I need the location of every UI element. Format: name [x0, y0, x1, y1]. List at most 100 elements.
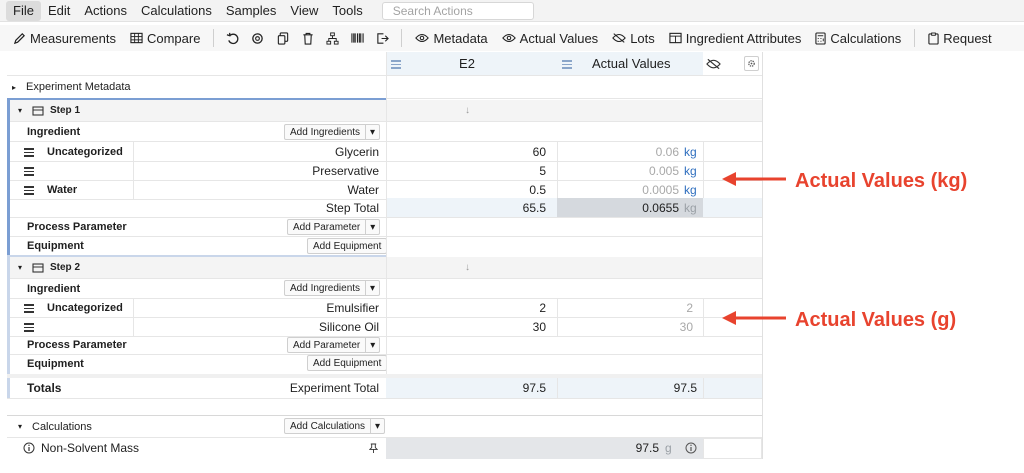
- actual-values-button[interactable]: Actual Values: [495, 27, 606, 49]
- undo-icon: [227, 32, 239, 44]
- export-button[interactable]: [370, 27, 395, 49]
- menu-edit[interactable]: Edit: [41, 1, 77, 21]
- experiment-metadata-toggle[interactable]: Experiment Metadata: [26, 76, 131, 98]
- calc-extra-cell: [703, 438, 762, 459]
- collapse-arrow-icon[interactable]: ▾: [18, 416, 22, 437]
- non-solvent-mass-label: Non-Solvent Mass: [41, 441, 140, 455]
- barcode-button[interactable]: [345, 27, 370, 49]
- request-button[interactable]: Request: [921, 27, 998, 49]
- menu-samples[interactable]: Samples: [219, 1, 284, 21]
- menu-file[interactable]: File: [6, 0, 41, 21]
- ingredient-name[interactable]: Emulsifier: [187, 298, 379, 317]
- drag-handle-icon[interactable]: [24, 184, 34, 197]
- dropdown-icon[interactable]: ▾: [365, 338, 379, 352]
- ingredient-value[interactable]: 2: [386, 298, 546, 317]
- step-1-title[interactable]: Step 1: [50, 100, 80, 121]
- drag-handle-icon[interactable]: [24, 165, 34, 178]
- pin-icon[interactable]: [369, 438, 378, 458]
- search-actions-input[interactable]: [381, 1, 534, 20]
- add-calculations-label: Add Calculations: [290, 420, 366, 432]
- info-icon[interactable]: [685, 438, 697, 458]
- expand-arrow-icon[interactable]: ▸: [12, 76, 16, 98]
- compare-label: Compare: [146, 30, 201, 46]
- ingredient-unit[interactable]: kg: [684, 161, 697, 180]
- compare-button[interactable]: Compare: [123, 27, 207, 49]
- undo-button[interactable]: [220, 27, 245, 49]
- col-divider: [133, 298, 134, 317]
- columns-icon: [669, 32, 682, 44]
- add-equipment-label: Add Equipment: [313, 240, 382, 252]
- ingredient-value[interactable]: 0.5: [386, 180, 546, 199]
- ingredient-name[interactable]: Silicone Oil: [187, 317, 379, 336]
- column-header-e2[interactable]: E2: [447, 52, 487, 75]
- metadata-button[interactable]: Metadata: [408, 27, 494, 49]
- ingredient-actual-value[interactable]: 0.005: [557, 161, 679, 180]
- add-ingredients-button[interactable]: Add Ingredients ▾: [284, 124, 381, 140]
- drag-handle-icon[interactable]: [562, 58, 572, 71]
- drag-handle-icon[interactable]: [24, 321, 34, 334]
- hide-column-button[interactable]: [706, 58, 721, 73]
- ingredient-value[interactable]: 30: [386, 317, 546, 336]
- dropdown-icon[interactable]: ▾: [365, 220, 379, 234]
- grid-right-border: [762, 52, 763, 459]
- annotation-actual-values-g: Actual Values (g): [795, 309, 957, 331]
- add-ingredients-button[interactable]: Add Ingredients ▾: [284, 280, 381, 296]
- refresh-button[interactable]: [245, 27, 270, 49]
- drag-handle-icon[interactable]: [24, 302, 34, 315]
- ingredient-actual-value[interactable]: 0.0005: [557, 180, 679, 199]
- ingredient-unit[interactable]: kg: [684, 180, 697, 199]
- calculations-button[interactable]: Calculations: [808, 27, 908, 49]
- sort-arrow-icon[interactable]: ↓: [465, 100, 470, 121]
- calculations-section-label[interactable]: Calculations: [32, 416, 92, 437]
- gear-icon: [748, 60, 755, 67]
- totals-value: 97.5: [522, 381, 546, 395]
- menu-tools[interactable]: Tools: [325, 1, 369, 21]
- lots-button[interactable]: Lots: [605, 27, 662, 49]
- add-parameter-label: Add Parameter: [293, 221, 361, 233]
- info-icon[interactable]: [23, 438, 35, 458]
- add-ingredients-label: Add Ingredients: [290, 282, 361, 294]
- add-calculations-button[interactable]: Add Calculations ▾: [284, 418, 386, 434]
- ingredient-value[interactable]: 5: [386, 161, 546, 180]
- collapse-arrow-icon[interactable]: ▾: [18, 100, 22, 121]
- add-equipment-button[interactable]: Add Equipment: [307, 355, 388, 371]
- dropdown-icon[interactable]: ▾: [365, 281, 379, 295]
- delete-button[interactable]: [295, 27, 320, 49]
- ingredient-unit[interactable]: kg: [684, 142, 697, 161]
- copy-button[interactable]: [270, 27, 295, 49]
- sort-arrow-icon[interactable]: ↓: [465, 257, 470, 278]
- measurements-button[interactable]: Measurements: [6, 27, 123, 49]
- drag-handle-icon[interactable]: [24, 146, 34, 159]
- add-parameter-button[interactable]: Add Parameter ▾: [287, 219, 381, 235]
- col-divider: [557, 142, 558, 198]
- column-header-actual-values[interactable]: Actual Values: [592, 52, 671, 75]
- toolbar-divider: [213, 29, 215, 47]
- request-label: Request: [943, 30, 992, 46]
- step-icon: [32, 100, 44, 121]
- col-divider: [703, 378, 704, 398]
- ingredient-actual-value[interactable]: 2: [557, 298, 693, 317]
- ingredient-actual-value[interactable]: 0.06: [557, 142, 679, 161]
- menu-actions[interactable]: Actions: [77, 1, 134, 21]
- ingredient-name[interactable]: Glycerin: [187, 142, 379, 161]
- add-equipment-button[interactable]: Add Equipment: [307, 238, 388, 254]
- column-settings-button[interactable]: [744, 56, 759, 71]
- dropdown-icon[interactable]: ▾: [370, 419, 384, 433]
- hierarchy-button[interactable]: [320, 27, 345, 49]
- measurements-label: Measurements: [30, 30, 116, 46]
- menu-calculations[interactable]: Calculations: [134, 1, 219, 21]
- add-parameter-button[interactable]: Add Parameter ▾: [287, 337, 381, 353]
- ingredient-value[interactable]: 60: [386, 142, 546, 161]
- collapse-arrow-icon[interactable]: ▾: [18, 257, 22, 278]
- ingredient-attributes-button[interactable]: Ingredient Attributes: [662, 27, 809, 49]
- export-icon: [377, 32, 390, 44]
- ingredient-actual-value[interactable]: 30: [557, 317, 693, 336]
- dropdown-icon[interactable]: ▾: [365, 125, 379, 139]
- ingredient-name[interactable]: Preservative: [187, 161, 379, 180]
- ingredient-name[interactable]: Water: [187, 180, 379, 199]
- menu-view[interactable]: View: [283, 1, 325, 21]
- drag-handle-icon[interactable]: [391, 58, 401, 71]
- col-divider: [133, 161, 134, 180]
- step-2-title[interactable]: Step 2: [50, 257, 80, 278]
- experiment-total-label: Experiment Total: [289, 381, 379, 395]
